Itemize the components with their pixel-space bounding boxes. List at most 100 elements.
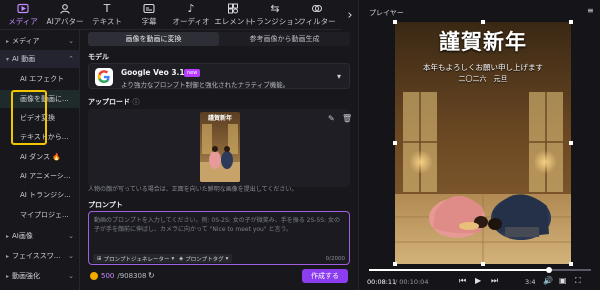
next-frame-icon[interactable]: ⏭ xyxy=(491,276,498,286)
snapshot-icon[interactable]: ▣ xyxy=(559,276,567,285)
edit-icon[interactable]: ✎ xyxy=(328,114,335,123)
text-icon: T xyxy=(103,2,111,15)
sidebar-item-media[interactable]: ▸ メディア ⌄ xyxy=(0,32,80,50)
upload-area[interactable]: 謹賀新年 ✎ 🗑 xyxy=(88,109,352,187)
caret-down-icon: ▾ xyxy=(6,55,10,63)
sidebar-item-ai-transition[interactable]: AI トランジシ... xyxy=(0,186,80,204)
caret-down-icon: ▾ xyxy=(336,72,341,81)
tab-label: オーディオ xyxy=(172,16,210,26)
info-icon[interactable]: ⓘ xyxy=(132,98,139,106)
model-description: より強力なプロンプト制御と強化されたナラティブ機能。 xyxy=(121,81,290,89)
sidebar-item-face-swap[interactable]: ▸ フェイススワ... ⌄ xyxy=(0,247,80,265)
coin-icon xyxy=(90,272,98,280)
sidebar-item-ai-animation[interactable]: AI アニメーシ... xyxy=(0,167,80,185)
sidebar: ▸ メディア ⌄ ▾ AI 動画 ⌃ AI エフェクト 画像を動画に... ビデ… xyxy=(0,30,80,290)
chevron-down-icon: ▾ xyxy=(225,255,229,262)
progress-fill xyxy=(369,269,549,271)
prompt-section-title: プロンプト xyxy=(88,201,123,209)
model-selector[interactable]: Google Veo 3.1 new より強力なプロンプト制御と強化されたナラテ… xyxy=(88,63,350,89)
fire-icon: 🔥 xyxy=(52,153,61,161)
prompt-tag-button[interactable]: ◈ プロンプトタグ ▾ xyxy=(175,254,233,263)
tab-filter[interactable]: フィルター xyxy=(296,0,338,29)
resize-handle[interactable] xyxy=(393,20,397,24)
element-icon xyxy=(227,3,239,15)
sidebar-item-video-enhance[interactable]: ▸ 動画強化 ⌄ xyxy=(0,267,80,285)
audio-icon: ♪ xyxy=(187,2,195,15)
sidebar-item-my-projects[interactable]: マイプロジェ... xyxy=(0,206,80,224)
prompt-placeholder: 動画のプロンプトを入力してください。例: 0S-2S: 女の子が微笑み、手を振る… xyxy=(94,217,340,233)
caption-icon xyxy=(143,3,155,15)
transition-icon: ⇆ xyxy=(270,2,280,15)
tab-caption[interactable]: 字幕 xyxy=(128,0,170,29)
resize-handle[interactable] xyxy=(481,20,485,24)
player-panel: プレイヤー ≡ 謹賀新年 本年もよろしくお願い申し上げます 二〇二六 元旦 00… xyxy=(358,0,600,290)
aspect-ratio-selector[interactable]: 3:4 xyxy=(525,278,535,286)
greeting-title: 謹賀新年 xyxy=(439,29,527,54)
credits-used: 500 xyxy=(101,272,115,280)
chevron-right-icon[interactable]: › xyxy=(342,0,358,30)
sidebar-item-ai-effect[interactable]: AI エフェクト xyxy=(0,70,80,88)
prev-frame-icon[interactable]: ⏮ xyxy=(459,276,466,286)
chevron-up-icon: ⌃ xyxy=(68,55,74,63)
image-to-video-panel: 画像を動画に変換 参考画像から動画生成 モデル Google Veo 3.1 n… xyxy=(80,30,358,290)
preview-scene xyxy=(395,22,571,264)
model-section-title: モデル xyxy=(88,53,109,61)
sidebar-item-ai-image[interactable]: ▸ AI画像 ⌄ xyxy=(0,227,80,245)
tab-audio[interactable]: ♪ オーディオ xyxy=(170,0,212,29)
caret-right-icon: ▸ xyxy=(6,272,10,280)
tab-ai-avatar[interactable]: AIアバター xyxy=(44,0,86,29)
chevron-down-icon: ⌄ xyxy=(68,252,74,260)
resize-handle[interactable] xyxy=(393,262,397,266)
thumb-title-text: 謹賀新年 xyxy=(208,114,232,122)
progress-bar[interactable] xyxy=(369,267,591,273)
upload-section-title: アップロード ⓘ xyxy=(88,98,140,106)
caret-right-icon: ▸ xyxy=(6,37,10,45)
google-logo-icon xyxy=(95,68,113,86)
resize-handle[interactable] xyxy=(569,141,573,145)
tab-label: メディア xyxy=(8,16,38,26)
chevron-down-icon: ▾ xyxy=(171,255,175,262)
caret-right-icon: ▸ xyxy=(6,232,10,240)
mode-tabs: 画像を動画に変換 参考画像から動画生成 xyxy=(88,32,350,46)
tab-image-to-video[interactable]: 画像を動画に変換 xyxy=(88,32,219,46)
sidebar-item-ai-video[interactable]: ▾ AI 動画 ⌃ xyxy=(0,50,80,68)
video-preview[interactable]: 謹賀新年 本年もよろしくお願い申し上げます 二〇二六 元旦 xyxy=(395,22,571,264)
app-window: メディア AIアバター T テキスト 字幕 ♪ オーディオ エレメント ⇆ トラ… xyxy=(0,0,600,290)
player-title: プレイヤー xyxy=(369,9,404,17)
tab-transition[interactable]: ⇆ トランジション xyxy=(249,0,302,29)
more-icon[interactable]: ≡ xyxy=(587,6,594,15)
progress-knob[interactable] xyxy=(545,267,552,273)
resize-handle[interactable] xyxy=(569,20,573,24)
tab-label: トランジション xyxy=(248,16,302,26)
tab-label: テキスト xyxy=(92,16,122,26)
trash-icon[interactable]: 🗑 xyxy=(342,114,352,123)
tab-element[interactable]: エレメント xyxy=(212,0,254,29)
chevron-down-icon: ⌄ xyxy=(68,232,74,240)
model-name: Google Veo 3.1 xyxy=(121,68,185,77)
volume-icon[interactable]: 🔊 xyxy=(543,276,553,285)
sidebar-item-ai-dance[interactable]: AI ダンス 🔥 xyxy=(0,148,80,166)
uploaded-image-thumbnail: 謹賀新年 xyxy=(200,112,240,182)
tab-label: 字幕 xyxy=(141,16,157,26)
resize-handle[interactable] xyxy=(393,141,397,145)
tag-icon: ◈ xyxy=(179,255,184,262)
prompt-generator-button[interactable]: ⊞ プロンプトジェネレーター ▾ xyxy=(93,254,179,263)
highlight-frame xyxy=(11,90,47,145)
media-icon xyxy=(17,3,29,15)
ai-avatar-icon xyxy=(59,3,71,15)
chevron-down-icon: ⌄ xyxy=(68,37,74,45)
total-time: / 00:10:04 xyxy=(395,278,429,286)
resize-handle[interactable] xyxy=(569,262,573,266)
tab-label: AIアバター xyxy=(46,16,84,26)
tab-media[interactable]: メディア xyxy=(2,0,44,29)
resize-handle[interactable] xyxy=(481,262,485,266)
fullscreen-icon[interactable]: ⛶ xyxy=(575,276,581,286)
play-icon[interactable]: ▶ xyxy=(475,276,481,285)
prompt-generator-icon: ⊞ xyxy=(97,255,102,262)
refresh-icon[interactable]: ↻ xyxy=(148,271,155,280)
create-button[interactable]: 作成する xyxy=(302,269,348,283)
prompt-input[interactable]: 動画のプロンプトを入力してください。例: 0S-2S: 女の子が微笑み、手を振る… xyxy=(88,211,350,265)
tab-reference-to-video[interactable]: 参考画像から動画生成 xyxy=(219,32,350,46)
tab-text[interactable]: T テキスト xyxy=(86,0,128,29)
tab-label: フィルター xyxy=(298,16,336,26)
